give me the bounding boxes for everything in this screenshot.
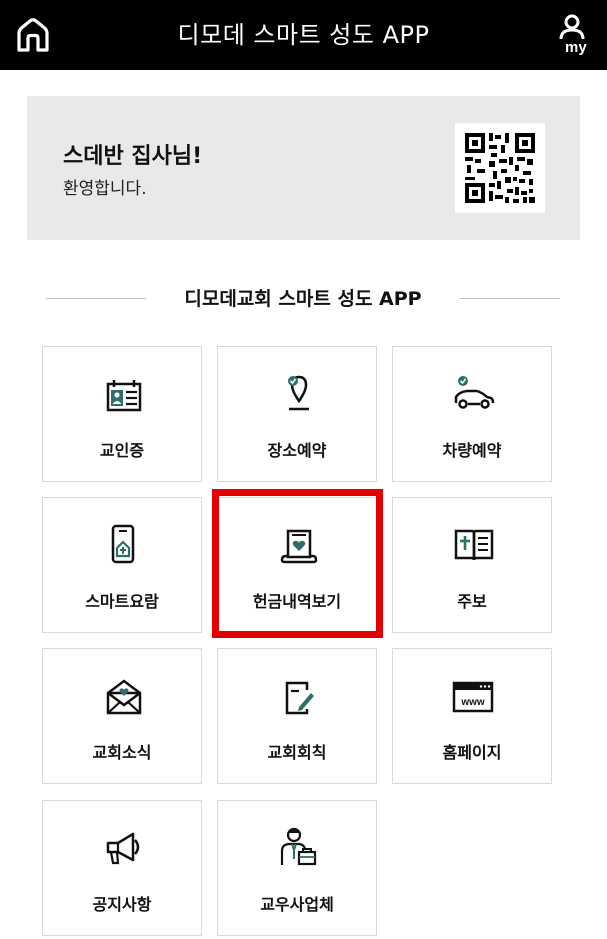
qr-code-button[interactable] — [455, 123, 545, 213]
menu-item-label: 스마트요람 — [85, 592, 159, 611]
menu-item-member-business[interactable]: 교우사업체 — [217, 800, 377, 936]
menu-item-label: 홈페이지 — [442, 743, 502, 762]
menu-item-smart-directory[interactable]: 스마트요람 — [42, 497, 202, 633]
bulletin-book-icon — [454, 529, 494, 561]
menu-item-church-bylaws[interactable]: 교회회칙 — [217, 648, 377, 784]
menu-item-label: 장소예약 — [267, 441, 327, 460]
app-header: 디모데 스마트 성도 APP my — [0, 0, 607, 70]
user-name: 스데반 집사님! — [63, 144, 203, 169]
offering-book-icon — [280, 529, 318, 564]
business-person-icon — [280, 827, 317, 866]
menu-item-label: 교인증 — [99, 441, 145, 460]
menu-item-offering-history[interactable]: 헌금내역보기 — [217, 497, 377, 633]
my-profile-icon — [559, 14, 585, 40]
location-pin-icon — [288, 375, 309, 411]
section-header: 디모데교회 스마트 성도 APP — [46, 280, 560, 316]
welcome-card: 스데반 집사님! 환영합니다. — [27, 96, 580, 240]
menu-item-member-card[interactable]: 교인증 — [42, 346, 202, 482]
megaphone-icon — [106, 832, 140, 865]
my-profile-button[interactable]: my — [552, 14, 594, 58]
welcome-greeting: 환영합니다. — [63, 179, 147, 199]
document-pen-icon — [285, 681, 314, 715]
menu-item-label: 교회회칙 — [267, 743, 327, 762]
menu-item-car-reservation[interactable]: 차량예약 — [392, 346, 552, 482]
id-card-icon — [106, 380, 142, 412]
smartphone-icon — [111, 524, 135, 564]
menu-item-bulletin[interactable]: 주보 — [392, 497, 552, 633]
menu-item-place-reservation[interactable]: 장소예약 — [217, 346, 377, 482]
menu-item-label: 교회소식 — [92, 743, 152, 762]
menu-item-church-news[interactable]: 교회소식 — [42, 648, 202, 784]
menu-item-label: 교우사업체 — [260, 895, 334, 914]
my-label: my — [565, 39, 587, 56]
menu-item-homepage[interactable]: www 홈페이지 — [392, 648, 552, 784]
qr-code-icon — [465, 133, 535, 203]
section-divider-right — [460, 298, 560, 299]
menu-item-label: 헌금내역보기 — [252, 592, 342, 611]
menu-item-label: 주보 — [457, 592, 487, 611]
menu-item-label: 공지사항 — [92, 895, 152, 914]
menu-item-notices[interactable]: 공지사항 — [42, 800, 202, 936]
browser-www-icon: www — [452, 681, 494, 713]
svg-text:www: www — [460, 697, 485, 708]
menu-item-label: 차량예약 — [442, 441, 502, 460]
car-icon — [454, 376, 495, 409]
mail-icon — [106, 679, 142, 715]
app-title: 디모데 스마트 성도 APP — [177, 21, 430, 49]
